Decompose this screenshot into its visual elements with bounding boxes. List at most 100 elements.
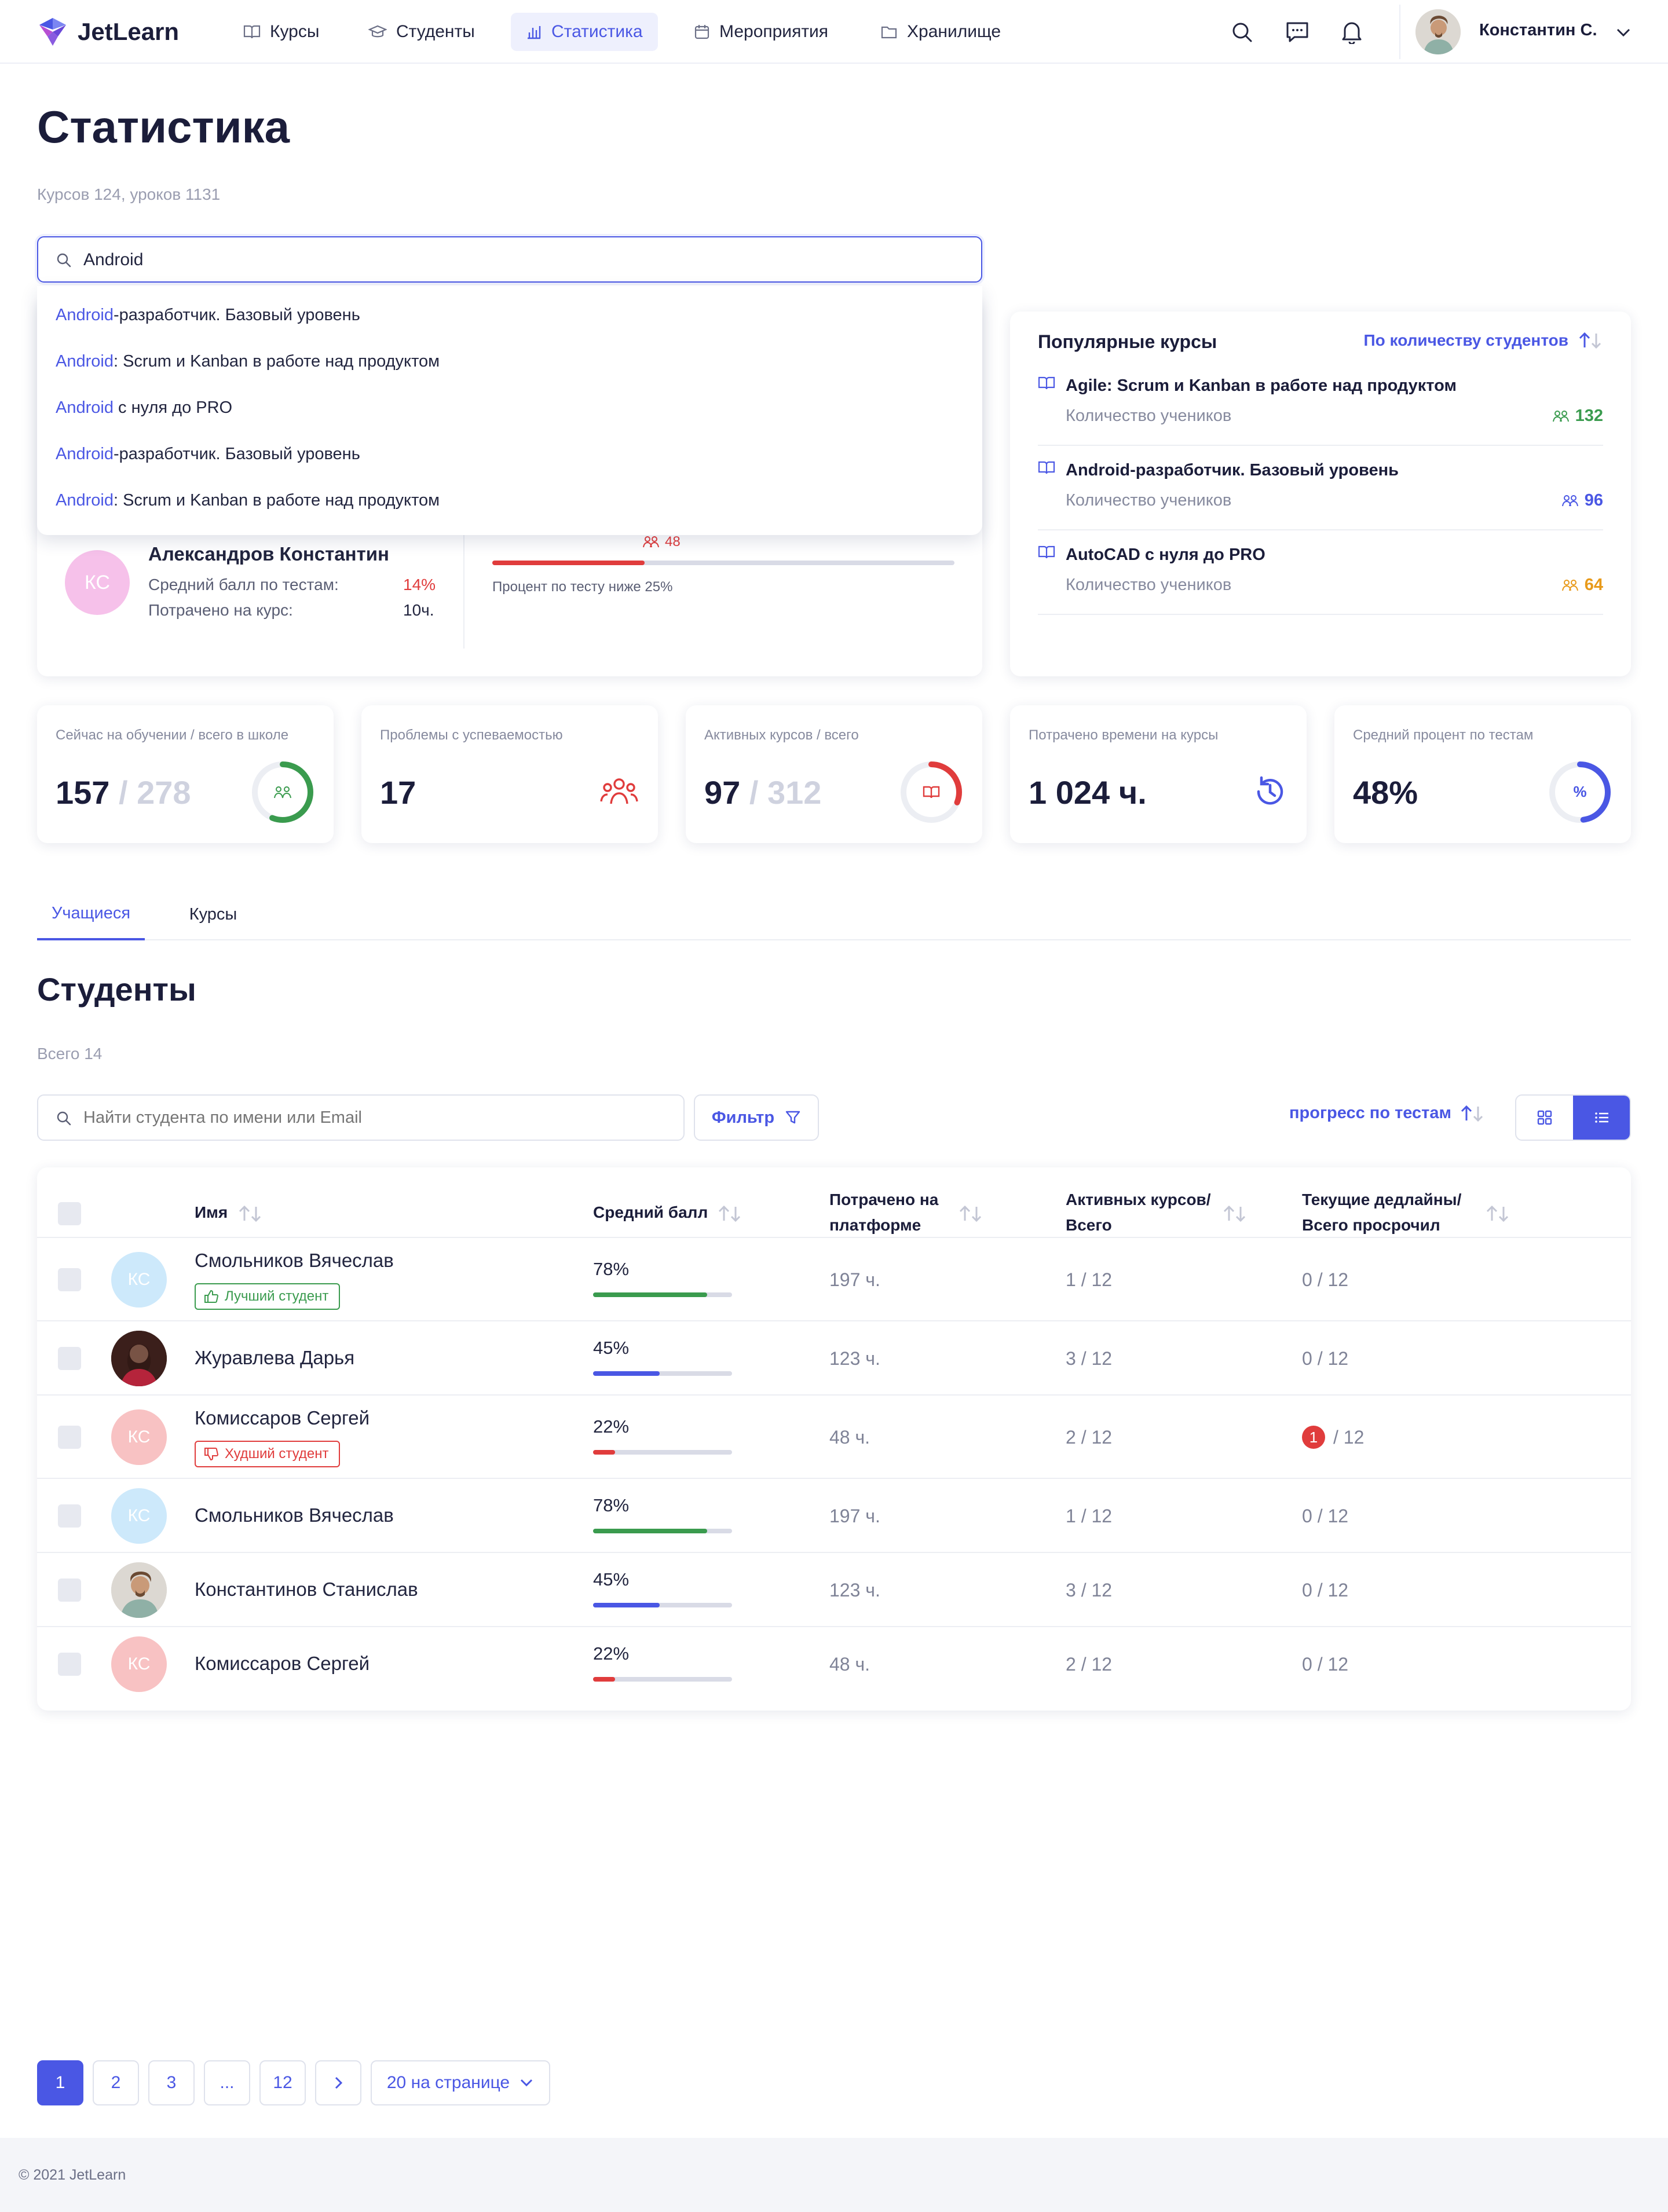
- column-header-courses[interactable]: Активных курсов/Всего: [1066, 1187, 1211, 1238]
- student-search-field[interactable]: [37, 1094, 685, 1141]
- header-notifications-button[interactable]: [1337, 17, 1367, 47]
- row-checkbox[interactable]: [58, 1579, 81, 1602]
- score-value: 22%: [593, 1643, 630, 1664]
- students-count-value: 48: [665, 534, 681, 550]
- avatar: [111, 1562, 167, 1618]
- overdue-count-badge: 1: [1302, 1426, 1325, 1449]
- header-messages-button[interactable]: [1282, 17, 1312, 47]
- logo[interactable]: JetLearn: [37, 15, 179, 49]
- sort-arrows-icon[interactable]: [1222, 1204, 1248, 1223]
- page-button-12[interactable]: 12: [259, 2060, 306, 2105]
- select-all-checkbox[interactable]: [58, 1202, 81, 1225]
- time-label: Потрачено на курс:: [148, 601, 293, 619]
- logo-text: JetLearn: [78, 18, 180, 45]
- view-toggle: [1515, 1094, 1631, 1141]
- popular-course-title[interactable]: AutoCAD с нуля до PRO: [1066, 545, 1265, 565]
- courses-value: 1 / 12: [1066, 1506, 1113, 1526]
- students-icon: [274, 786, 291, 799]
- student-name[interactable]: Смольников Вячеслав: [195, 1250, 394, 1272]
- book-icon: [923, 786, 940, 799]
- tab-students[interactable]: Учащиеся: [37, 888, 145, 940]
- popular-course-count: 64: [1560, 576, 1603, 595]
- popular-course-title[interactable]: Agile: Scrum и Kanban в работе над проду…: [1066, 376, 1457, 395]
- suggestion-item[interactable]: Android-разработчик. Базовый уровень: [56, 445, 360, 464]
- chat-icon: [1286, 22, 1308, 42]
- suggestion-item[interactable]: Android: Scrum и Kanban в работе над про…: [56, 491, 440, 510]
- sort-arrows-icon[interactable]: [717, 1204, 742, 1223]
- row-checkbox[interactable]: [58, 1653, 81, 1676]
- filter-icon: [785, 1111, 800, 1124]
- stat-card-enrolled: Сейчас на обучении / всего в школе 157 /…: [37, 705, 334, 843]
- users-problem-icon: [600, 778, 638, 804]
- page-button-1[interactable]: 1: [37, 2060, 83, 2105]
- stat-label: Потрачено времени на курсы: [1029, 727, 1219, 743]
- score-bar: [593, 1450, 732, 1455]
- column-header-time[interactable]: Потрачено на платформе: [829, 1187, 938, 1238]
- column-header-deadlines[interactable]: Текущие дедлайны/Всего просрочил: [1302, 1187, 1461, 1238]
- popular-sort-button[interactable]: По количеству студентов: [1364, 331, 1603, 350]
- course-search-field[interactable]: Android: [37, 236, 982, 283]
- list-view-button[interactable]: [1573, 1096, 1630, 1140]
- users-icon: [1561, 579, 1578, 591]
- table-row[interactable]: КС Комиссаров Сергей Худший студент 22% …: [37, 1394, 1631, 1478]
- student-name[interactable]: Константинов Станислав: [195, 1579, 418, 1601]
- deadlines-value: 0 / 12: [1302, 1580, 1349, 1601]
- next-page-button[interactable]: [315, 2060, 361, 2105]
- row-checkbox[interactable]: [58, 1347, 81, 1370]
- courses-value: 1 / 12: [1066, 1269, 1113, 1290]
- grid-view-button[interactable]: [1516, 1096, 1573, 1140]
- student-search-input[interactable]: [83, 1105, 663, 1130]
- tab-courses[interactable]: Курсы: [168, 888, 258, 940]
- student-name[interactable]: Смольников Вячеслав: [195, 1504, 394, 1526]
- row-checkbox[interactable]: [58, 1426, 81, 1449]
- man-photo-icon: [111, 1562, 167, 1618]
- suggestion-item[interactable]: Android с нуля до PRO: [56, 398, 232, 418]
- courses-value: 3 / 12: [1066, 1580, 1113, 1601]
- table-row[interactable]: Константинов Станислав 45% 123 ч. 3 / 12…: [37, 1552, 1631, 1626]
- page-button-3[interactable]: 3: [148, 2060, 195, 2105]
- table-row[interactable]: Журавлева Дарья 45% 123 ч. 3 / 12 0 / 12: [37, 1320, 1631, 1394]
- stat-label: Проблемы с успеваемостью: [380, 727, 563, 743]
- score-bar: [593, 1529, 732, 1533]
- sort-arrows-icon[interactable]: [1485, 1204, 1510, 1223]
- filter-button[interactable]: Фильтр: [694, 1094, 819, 1141]
- page-ellipsis[interactable]: ...: [204, 2060, 250, 2105]
- page-button-2[interactable]: 2: [93, 2060, 139, 2105]
- student-name[interactable]: Комиссаров Сергей: [195, 1407, 370, 1429]
- nav-courses[interactable]: Курсы: [228, 13, 334, 51]
- score-bar-fill: [593, 1677, 616, 1682]
- sort-arrows-icon[interactable]: [958, 1204, 983, 1223]
- test-progress-fill: [492, 561, 645, 565]
- column-header-name[interactable]: Имя: [195, 1200, 228, 1225]
- sort-by-progress-button[interactable]: прогресс по тестам: [1289, 1104, 1485, 1123]
- course-search-input[interactable]: Android: [83, 250, 143, 270]
- per-page-select[interactable]: 20 на странице: [371, 2060, 550, 2105]
- tabs-divider: [37, 939, 1631, 940]
- table-row[interactable]: КС Смольников Вячеслав Лучший студент 78…: [37, 1237, 1631, 1320]
- table-row[interactable]: КС Смольников Вячеслав 78% 197 ч. 1 / 12…: [37, 1478, 1631, 1552]
- popular-course-count: 132: [1551, 406, 1603, 426]
- nav-storage[interactable]: Хранилище: [865, 13, 1016, 51]
- student-name[interactable]: Журавлева Дарья: [195, 1347, 354, 1369]
- time-value: 123 ч.: [829, 1348, 880, 1369]
- score-value: 14%: [403, 576, 436, 594]
- suggestion-item[interactable]: Android: Scrum и Kanban в работе над про…: [56, 352, 440, 371]
- user-menu[interactable]: Константин С.: [1399, 5, 1663, 59]
- score-bar: [593, 1292, 732, 1297]
- avatar: [111, 1331, 167, 1386]
- bell-icon: [1342, 22, 1362, 44]
- nav-students[interactable]: Студенты: [353, 13, 490, 51]
- table-row[interactable]: КС Комиссаров Сергей 22% 48 ч. 2 / 12 0 …: [37, 1626, 1631, 1700]
- popular-course-count-label: Количество учеников: [1066, 491, 1232, 510]
- row-checkbox[interactable]: [58, 1504, 81, 1528]
- nav-events[interactable]: Мероприятия: [679, 13, 843, 51]
- students-table: Имя Средний балл Потрачено на платформе А…: [37, 1167, 1631, 1711]
- suggestion-item[interactable]: Android-разработчик. Базовый уровень: [56, 306, 360, 325]
- row-checkbox[interactable]: [58, 1268, 81, 1291]
- nav-statistics[interactable]: Статистика: [511, 13, 658, 51]
- student-name[interactable]: Комиссаров Сергей: [195, 1653, 370, 1675]
- column-header-score[interactable]: Средний балл: [593, 1200, 708, 1225]
- header-search-button[interactable]: [1227, 17, 1257, 47]
- popular-course-title[interactable]: Android-разработчик. Базовый уровень: [1066, 461, 1399, 480]
- sort-arrows-icon[interactable]: [237, 1204, 263, 1223]
